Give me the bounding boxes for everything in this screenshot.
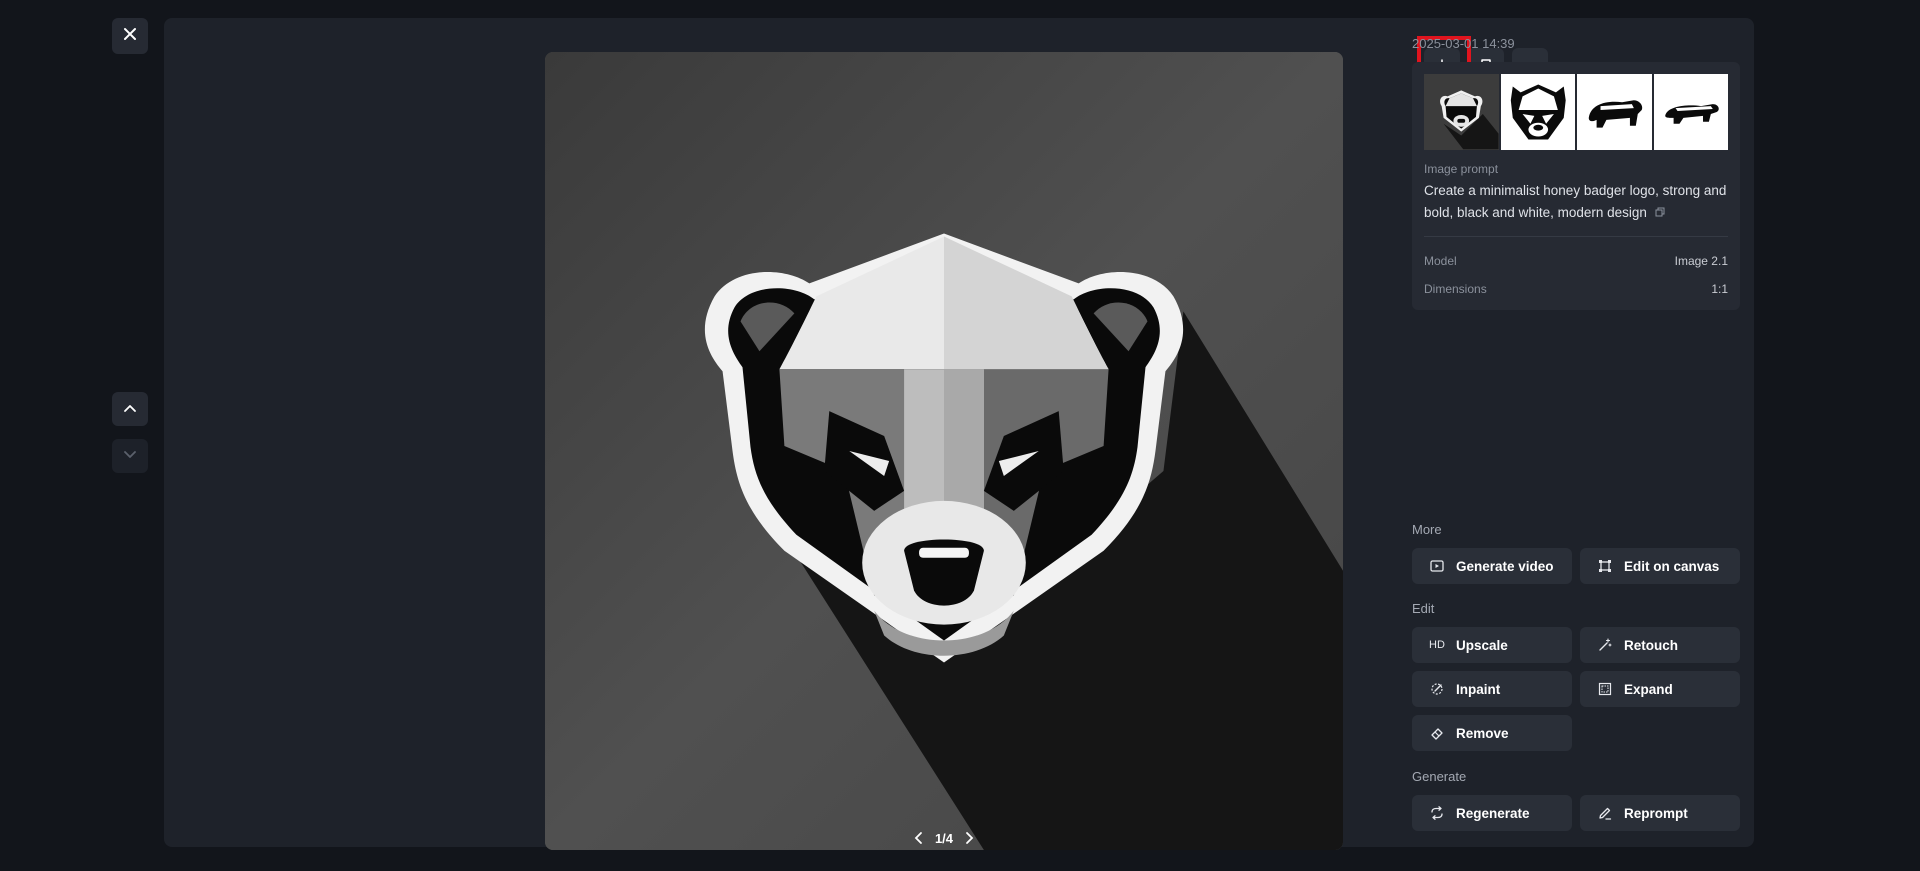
remove-label: Remove: [1456, 725, 1509, 741]
previous-item-button[interactable]: [112, 392, 148, 426]
inpaint-button[interactable]: Inpaint: [1412, 671, 1572, 707]
thumbnail-1[interactable]: [1424, 74, 1499, 150]
image-pager: 1/4: [914, 828, 974, 848]
prompt-text-content: Create a minimalist honey badger logo, s…: [1424, 183, 1727, 220]
edit-section-label: Edit: [1412, 601, 1435, 616]
dimensions-row: Dimensions 1:1: [1424, 275, 1728, 303]
chevron-right-icon: [966, 832, 974, 844]
eraser-icon: [1428, 726, 1446, 740]
inpaint-label: Inpaint: [1456, 681, 1501, 697]
reprompt-label: Reprompt: [1624, 805, 1688, 821]
info-card: Image prompt Create a minimalist honey b…: [1412, 62, 1740, 310]
thumbnail-strip: [1424, 74, 1728, 150]
chevron-down-icon: [123, 447, 137, 465]
divider: [1424, 236, 1728, 238]
copy-icon[interactable]: [1655, 202, 1665, 224]
expand-label: Expand: [1624, 681, 1673, 697]
regenerate-label: Regenerate: [1456, 805, 1530, 821]
next-item-button[interactable]: [112, 439, 148, 473]
generate-section-label: Generate: [1412, 769, 1467, 784]
expand-icon: [1596, 682, 1614, 696]
canvas-icon: [1596, 559, 1614, 573]
chevron-up-icon: [123, 400, 137, 418]
retouch-button[interactable]: Retouch: [1580, 627, 1740, 663]
pager-next-button[interactable]: [964, 831, 974, 845]
magic-wand-icon: [1596, 638, 1614, 652]
remove-button[interactable]: Remove: [1412, 715, 1572, 751]
thumbnail-2[interactable]: [1500, 74, 1575, 150]
refresh-icon: [1428, 806, 1446, 820]
reprompt-button[interactable]: Reprompt: [1580, 795, 1740, 831]
retouch-label: Retouch: [1624, 637, 1678, 653]
generate-video-button[interactable]: Generate video: [1412, 548, 1572, 584]
dimensions-label: Dimensions: [1424, 282, 1487, 297]
edit-on-canvas-label: Edit on canvas: [1624, 558, 1720, 574]
expand-button[interactable]: Expand: [1580, 671, 1740, 707]
thumbnail-4[interactable]: [1653, 74, 1728, 150]
pager-prev-button[interactable]: [914, 831, 924, 845]
brush-icon: [1428, 682, 1446, 696]
more-section-label: More: [1412, 522, 1442, 537]
edit-on-canvas-button[interactable]: Edit on canvas: [1580, 548, 1740, 584]
hd-icon: HD: [1429, 639, 1445, 651]
created-timestamp: 2025-03-01 14:39: [1412, 36, 1515, 51]
close-button[interactable]: [112, 18, 148, 54]
prompt-text: Create a minimalist honey badger logo, s…: [1424, 180, 1728, 224]
upscale-label: Upscale: [1456, 637, 1508, 653]
regenerate-button[interactable]: Regenerate: [1412, 795, 1572, 831]
honey-badger-logo-image: [545, 52, 1343, 850]
video-icon: [1428, 560, 1446, 572]
model-label: Model: [1424, 254, 1457, 269]
dimensions-value: 1:1: [1711, 282, 1728, 297]
model-row: Model Image 2.1: [1424, 247, 1728, 275]
generate-video-label: Generate video: [1456, 558, 1554, 574]
close-icon: [123, 27, 137, 46]
details-sidebar: 2025-03-01 14:39 Image prompt Create a m…: [1412, 36, 1740, 310]
thumbnail-3[interactable]: [1577, 74, 1652, 150]
pager-label: 1/4: [934, 830, 954, 846]
upscale-button[interactable]: HD Upscale: [1412, 627, 1572, 663]
pencil-icon: [1596, 806, 1614, 820]
chevron-left-icon: [914, 832, 922, 844]
generated-image: [545, 52, 1343, 850]
model-value: Image 2.1: [1674, 254, 1728, 269]
prompt-label: Image prompt: [1424, 162, 1499, 176]
